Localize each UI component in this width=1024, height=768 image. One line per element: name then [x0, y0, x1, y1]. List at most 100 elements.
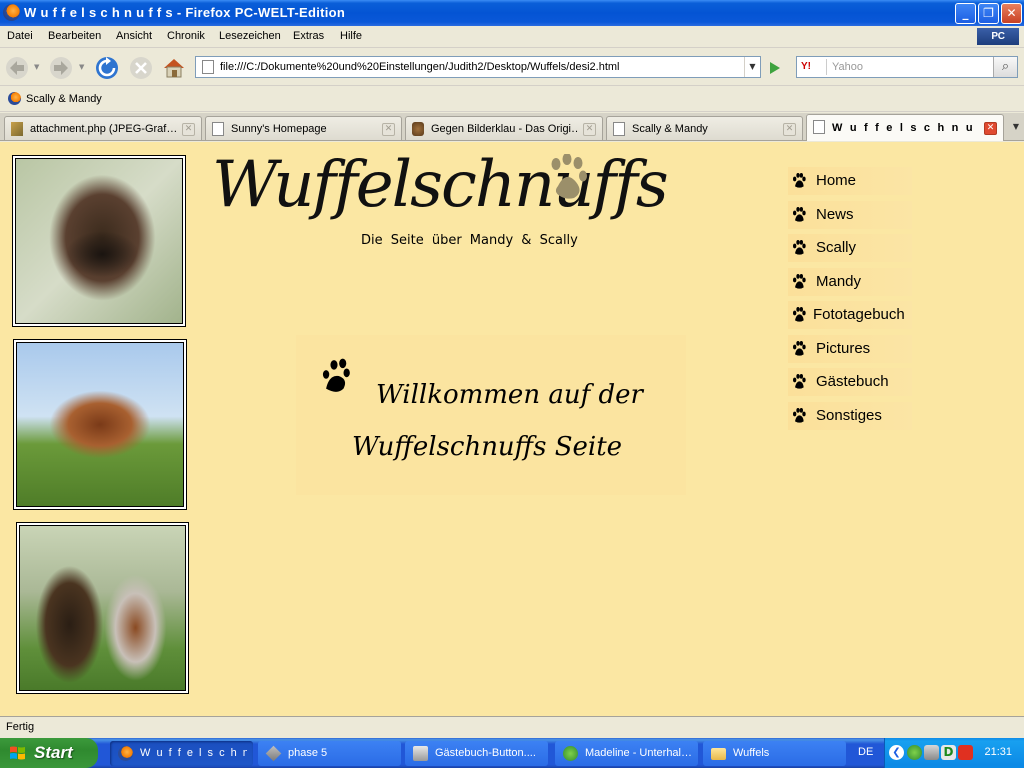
- nav-label: Home: [816, 172, 857, 189]
- navigation-toolbar: ▼ ▼ file:///C:/Dokumente%20und%20Einstel…: [0, 49, 1024, 86]
- go-button[interactable]: [765, 59, 785, 77]
- bookmarks-toolbar: Scally & Mandy: [0, 87, 1024, 112]
- nav-label: Fototagebuch: [813, 306, 905, 323]
- search-engine-selector[interactable]: Y!: [799, 59, 827, 75]
- tab-close-icon[interactable]: ✕: [783, 123, 796, 136]
- paw-welcome-icon: [322, 358, 350, 392]
- nav-scally[interactable]: Scally: [788, 234, 912, 262]
- nav-mandy[interactable]: Mandy: [788, 268, 912, 296]
- task-label: Wuffels: [733, 747, 770, 759]
- tray-expand-icon[interactable]: ❮: [889, 745, 904, 760]
- messenger-tray-icon[interactable]: [907, 745, 922, 760]
- search-magnifier-icon[interactable]: ⌕: [993, 57, 1017, 77]
- url-dropdown-icon[interactable]: ▼: [744, 57, 760, 77]
- tab-strip: attachment.php (JPEG-Graf… ✕ Sunny's Hom…: [0, 113, 1024, 141]
- image-tab-icon: [11, 122, 23, 136]
- nav-fototagebuch[interactable]: Fototagebuch: [788, 301, 912, 329]
- tab-attachment[interactable]: attachment.php (JPEG-Graf… ✕: [4, 116, 202, 140]
- tab-sunnys-homepage[interactable]: Sunny's Homepage ✕: [205, 116, 402, 140]
- photo-both-dogs: [16, 522, 189, 694]
- photo-mandy: [13, 339, 187, 510]
- menu-lesezeichen[interactable]: Lesezeichen: [219, 30, 281, 42]
- back-arrow-icon: [6, 57, 28, 79]
- tab-close-icon[interactable]: ✕: [382, 123, 395, 136]
- forward-history-dropdown-icon[interactable]: ▼: [79, 63, 84, 71]
- clock: 21:31: [984, 746, 1012, 758]
- language-indicator[interactable]: DE: [858, 746, 873, 758]
- page-tab-icon: [212, 122, 224, 136]
- nav-label: Sonstiges: [816, 407, 882, 424]
- nav-sonstiges[interactable]: Sonstiges: [788, 402, 912, 430]
- back-button[interactable]: [4, 55, 30, 81]
- page-tab-icon: [613, 122, 625, 136]
- tab-close-icon[interactable]: ✕: [984, 122, 997, 135]
- firefox-icon: [3, 4, 20, 21]
- maximize-button[interactable]: ❐: [978, 3, 999, 24]
- tab-label: Sunny's Homepage: [231, 123, 327, 135]
- tab-wuffelschnuffs[interactable]: W u f f e l s c h n u f f s ✕: [806, 114, 1004, 141]
- tab-label: Gegen Bilderklau - Das Origi…: [431, 123, 578, 135]
- nav-label: Scally: [816, 239, 857, 256]
- bookmark-scally-mandy[interactable]: Scally & Mandy: [26, 93, 102, 105]
- paw-icon: [793, 408, 806, 423]
- windows-logo-icon: [10, 746, 25, 760]
- menu-extras[interactable]: Extras: [293, 30, 324, 42]
- german-shepherd-image: [15, 158, 183, 324]
- paw-icon: [793, 274, 806, 289]
- two-dogs-image: [19, 525, 186, 691]
- reload-button[interactable]: [94, 55, 120, 81]
- search-bar[interactable]: Y! Yahoo ⌕: [796, 56, 1018, 78]
- site-logo: Wuffelschnuffs: [212, 148, 669, 222]
- antivirus-tray-icon[interactable]: [958, 745, 973, 760]
- task-label: Gästebuch-Button....: [435, 747, 536, 759]
- menu-bearbeiten[interactable]: Bearbeiten: [48, 30, 101, 42]
- nav-news[interactable]: News: [788, 201, 912, 229]
- start-button[interactable]: Start: [0, 738, 98, 768]
- tab-close-icon[interactable]: ✕: [182, 123, 195, 136]
- tab-gegen-bilderklau[interactable]: Gegen Bilderklau - Das Origi… ✕: [405, 116, 603, 140]
- task-wuffels-folder[interactable]: Wuffels: [703, 741, 846, 766]
- daemon-tray-icon[interactable]: D: [941, 745, 956, 760]
- task-madeline[interactable]: Madeline - Unterhal…: [555, 741, 698, 766]
- task-firefox-wuffelschnuffs[interactable]: W u f f e l s c h n u…: [110, 741, 253, 766]
- messenger-task-icon: [563, 746, 578, 761]
- close-button[interactable]: ✕: [1001, 3, 1022, 24]
- page-icon: [202, 60, 214, 74]
- url-input[interactable]: file:///C:/Dokumente%20und%20Einstellung…: [220, 61, 620, 73]
- stop-button[interactable]: [128, 55, 154, 81]
- status-bar: Fertig: [0, 716, 1024, 738]
- task-phase-5[interactable]: phase 5: [258, 741, 401, 766]
- search-input[interactable]: Yahoo: [832, 61, 863, 73]
- menu-ansicht[interactable]: Ansicht: [116, 30, 152, 42]
- tab-label: W u f f e l s c h n u f f s: [832, 122, 979, 134]
- welcome-panel: [296, 335, 686, 495]
- forward-button[interactable]: [48, 55, 74, 81]
- paw-icon: [793, 173, 806, 188]
- paw-logo-icon: [551, 154, 587, 199]
- paw-icon: [793, 240, 806, 255]
- bookmark-firefox-icon: [8, 92, 21, 105]
- paw-icon: [793, 374, 806, 389]
- url-bar[interactable]: file:///C:/Dokumente%20und%20Einstellung…: [195, 56, 761, 78]
- menubar: Datei Bearbeiten Ansicht Chronik Lesezei…: [0, 26, 1024, 59]
- task-label: phase 5: [288, 747, 328, 759]
- task-gaestebuch-button[interactable]: Gästebuch-Button....: [405, 741, 548, 766]
- menu-datei[interactable]: Datei: [7, 30, 33, 42]
- forward-arrow-icon: [50, 57, 72, 79]
- nav-label: Mandy: [816, 273, 862, 290]
- menu-chronik[interactable]: Chronik: [167, 30, 205, 42]
- photo-scally: [12, 155, 186, 327]
- list-all-tabs-icon[interactable]: ▼: [1008, 116, 1024, 140]
- tab-scally-mandy[interactable]: Scally & Mandy ✕: [606, 116, 803, 140]
- nav-pictures[interactable]: Pictures: [788, 335, 912, 363]
- back-history-dropdown-icon[interactable]: ▼: [34, 63, 39, 71]
- minimize-button[interactable]: _: [955, 3, 976, 24]
- network-tray-icon[interactable]: [924, 745, 939, 760]
- home-button[interactable]: [161, 55, 187, 81]
- window-titlebar: W u f f e l s c h n u f f s - Firefox PC…: [0, 0, 1024, 26]
- tab-close-icon[interactable]: ✕: [583, 123, 596, 136]
- nav-home[interactable]: Home: [788, 167, 912, 195]
- nav-gaestebuch[interactable]: Gästebuch: [788, 368, 912, 396]
- folder-task-icon: [711, 748, 726, 760]
- menu-hilfe[interactable]: Hilfe: [340, 30, 362, 42]
